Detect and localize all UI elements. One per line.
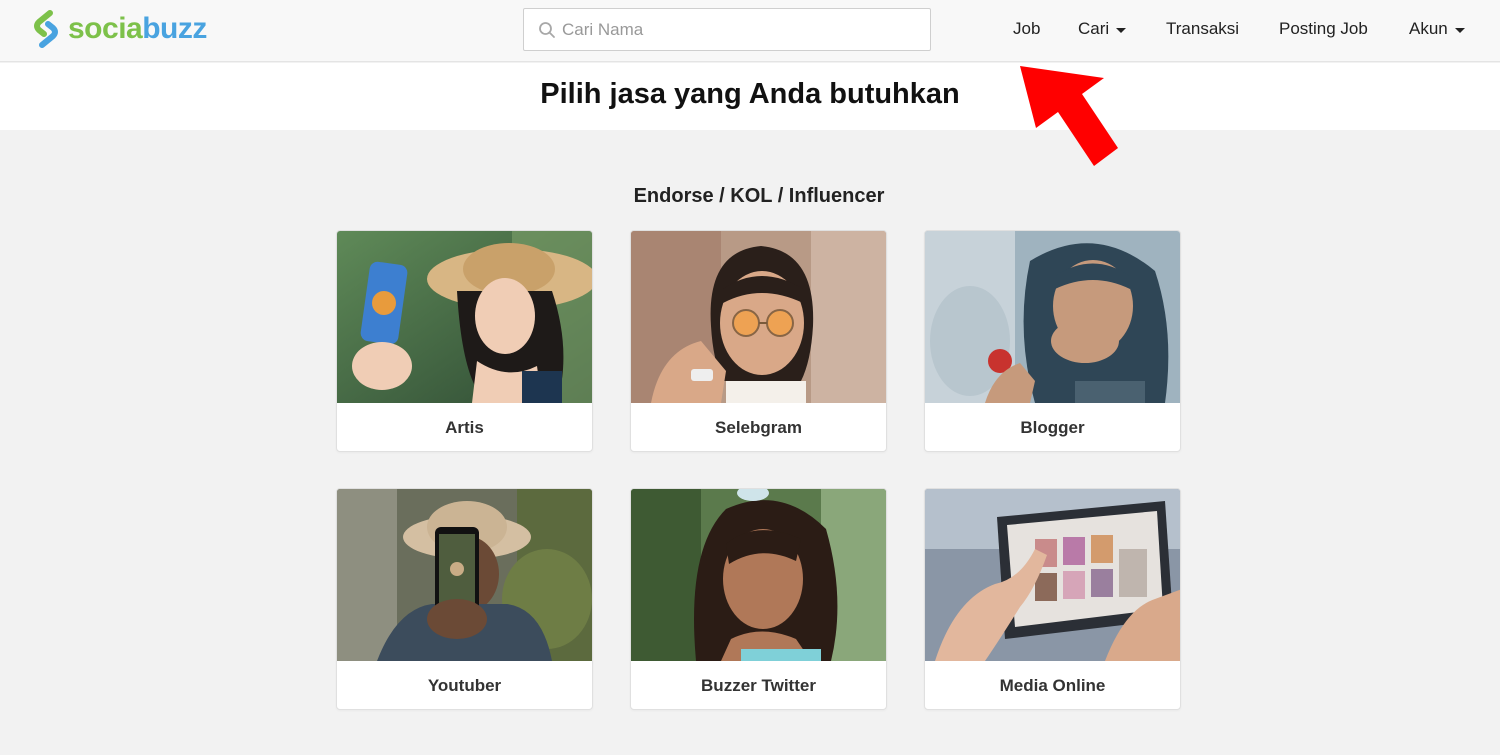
category-card-selebgram[interactable]: Selebgram [630, 230, 887, 452]
card-image [631, 231, 886, 403]
page-title: Pilih jasa yang Anda butuhkan [540, 78, 960, 110]
card-image [631, 489, 886, 661]
logo-wordmark: sociabuzz [68, 12, 207, 45]
category-card-youtuber[interactable]: Youtuber [336, 488, 593, 710]
nav-akun-dropdown[interactable]: Akun [1409, 19, 1465, 39]
card-label: Buzzer Twitter [701, 676, 816, 695]
nav-posting-job[interactable]: Posting Job [1279, 19, 1368, 39]
top-navbar: sociabuzz Job Cari Transaksi Posting Job… [0, 0, 1500, 62]
card-image [925, 489, 1180, 661]
logo[interactable]: sociabuzz [30, 10, 207, 48]
caret-down-icon [1454, 27, 1465, 33]
caret-down-icon [1116, 27, 1127, 33]
card-image [925, 231, 1180, 403]
card-image [337, 489, 592, 661]
hero-banner: Pilih jasa yang Anda butuhkan [0, 63, 1500, 130]
card-image [337, 231, 592, 403]
category-card-buzzer-twitter[interactable]: Buzzer Twitter [630, 488, 887, 710]
card-label: Media Online [999, 676, 1106, 695]
logo-icon [34, 10, 58, 48]
category-card-media-online[interactable]: Media Online [924, 488, 1181, 710]
nav-cari-dropdown[interactable]: Cari [1078, 19, 1127, 39]
search-icon [539, 21, 555, 38]
red-arrow-pointer-icon [1020, 66, 1118, 166]
nav-transaksi[interactable]: Transaksi [1166, 19, 1239, 39]
card-label: Artis [445, 418, 484, 437]
category-card-blogger[interactable]: Blogger [924, 230, 1181, 452]
card-label: Selebgram [715, 418, 802, 437]
nav-job[interactable]: Job [1013, 19, 1040, 39]
search-input[interactable] [562, 19, 922, 40]
card-label: Youtuber [427, 676, 502, 695]
card-label: Blogger [1020, 418, 1085, 437]
category-card-artis[interactable]: Artis [336, 230, 593, 452]
search-box [523, 8, 931, 51]
section-title: Endorse / KOL / Influencer [633, 185, 885, 207]
